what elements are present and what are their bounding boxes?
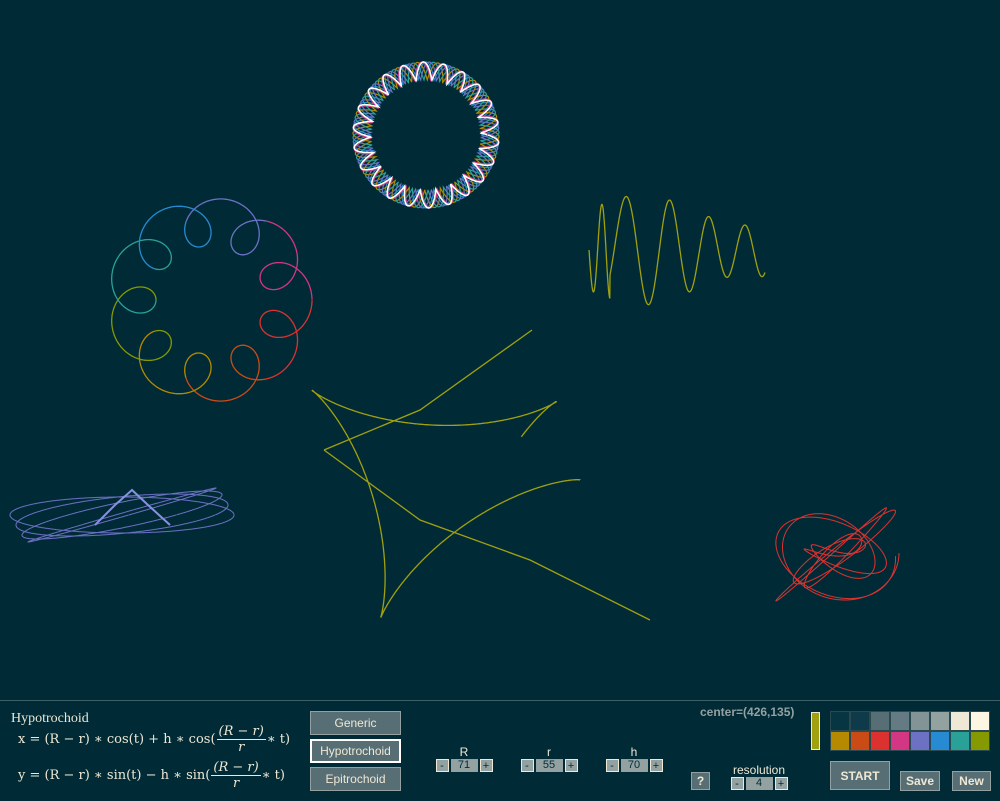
param-resolution-stepper: - 4 + xyxy=(729,777,789,790)
wave-squiggle-curve xyxy=(588,195,766,306)
color-swatch[interactable] xyxy=(970,731,990,751)
param-h-stepper: - 70 + xyxy=(604,759,664,772)
color-swatch[interactable] xyxy=(950,731,970,751)
curve-segment xyxy=(311,389,581,618)
formula-x: x = (R − r) ∗ cos(t) + h ∗ cos((R − r) r ∗… xyxy=(18,724,290,755)
generic-mode-button[interactable]: Generic xyxy=(310,711,401,735)
resolution-value: 4 xyxy=(745,777,773,790)
curve-segment xyxy=(259,300,313,380)
epitrochoid-mode-button[interactable]: Epitrochoid xyxy=(310,767,401,791)
color-swatch[interactable] xyxy=(830,711,850,731)
param-r: r - 55 + xyxy=(519,745,579,772)
formula-x-rhs: ∗ t) xyxy=(266,732,291,747)
red-coil-curve xyxy=(775,507,900,602)
color-swatch[interactable] xyxy=(950,711,970,731)
param-R-increment[interactable]: + xyxy=(479,759,493,772)
param-R-stepper: - 71 + xyxy=(434,759,494,772)
color-swatch[interactable] xyxy=(890,711,910,731)
param-resolution-label: resolution xyxy=(732,763,786,777)
save-button[interactable]: Save xyxy=(900,771,940,791)
help-button[interactable]: ? xyxy=(691,772,710,790)
formula-y-rhs: ∗ t) xyxy=(261,768,285,783)
param-R-decrement[interactable]: - xyxy=(435,759,449,772)
color-swatch[interactable] xyxy=(910,731,930,751)
param-resolution: resolution - 4 + xyxy=(729,763,789,790)
color-swatch[interactable] xyxy=(850,711,870,731)
curve-segment xyxy=(138,205,212,270)
flattened-ellipse-curve xyxy=(9,487,235,543)
color-swatch[interactable] xyxy=(870,711,890,731)
formula-y: y = (R − r) ∗ sin(t) − h ∗ sin((R − r) r ∗… xyxy=(18,760,285,791)
center-readout: center=(426,135) xyxy=(700,705,795,719)
curve-segment xyxy=(138,330,212,395)
color-swatch[interactable] xyxy=(930,711,950,731)
formula-y-lhs: y = (R − r) ∗ sin(t) − h ∗ sin( xyxy=(18,768,211,783)
hypotrochoid-mode-button[interactable]: Hypotrochoid xyxy=(310,739,401,763)
color-swatch[interactable] xyxy=(970,711,990,731)
color-swatch[interactable] xyxy=(830,731,850,751)
param-h-increment[interactable]: + xyxy=(649,759,663,772)
formula-y-fraction: (R − r) r xyxy=(211,760,261,791)
curve-segment xyxy=(323,449,651,621)
formula-x-lhs: x = (R − r) ∗ cos(t) + h ∗ cos( xyxy=(18,732,216,747)
control-panel: Hypotrochoid x = (R − r) ∗ cos(t) + h ∗ … xyxy=(0,700,1000,801)
resolution-decrement[interactable]: - xyxy=(730,777,744,790)
param-r-decrement[interactable]: - xyxy=(520,759,534,772)
color-swatch[interactable] xyxy=(910,711,930,731)
formula-y-numerator: (R − r) xyxy=(211,760,261,776)
resolution-increment[interactable]: + xyxy=(774,777,788,790)
curve-segment xyxy=(323,329,533,451)
curve-segment xyxy=(111,238,172,314)
param-h-decrement[interactable]: - xyxy=(605,759,619,772)
color-swatch[interactable] xyxy=(850,731,870,751)
param-r-value: 55 xyxy=(535,759,563,772)
param-R: R - 71 + xyxy=(434,745,494,772)
rosette-curve-top xyxy=(352,61,500,209)
curve-segment xyxy=(259,220,313,300)
color-palette xyxy=(830,711,990,751)
param-R-label: R xyxy=(459,745,469,759)
param-h-label: h xyxy=(630,745,638,759)
param-h-value: 70 xyxy=(620,759,648,772)
current-color-indicator xyxy=(811,712,820,750)
color-swatch[interactable] xyxy=(890,731,910,751)
curve-segment xyxy=(588,195,766,306)
curve-segment xyxy=(15,493,229,537)
color-swatch[interactable] xyxy=(930,731,950,751)
new-button[interactable]: New xyxy=(952,771,991,791)
formula-y-denominator: r xyxy=(232,776,240,791)
formula-x-fraction: (R − r) r xyxy=(216,724,266,755)
looped-rosette-curve-left xyxy=(111,198,313,402)
drawing-canvas[interactable] xyxy=(0,0,1000,700)
formula-x-numerator: (R − r) xyxy=(216,724,266,740)
param-r-stepper: - 55 + xyxy=(519,759,579,772)
param-h: h - 70 + xyxy=(604,745,664,772)
param-r-increment[interactable]: + xyxy=(564,759,578,772)
curve-segment xyxy=(111,286,172,362)
start-button[interactable]: START xyxy=(830,761,890,790)
param-r-label: r xyxy=(547,745,551,759)
formula-x-denominator: r xyxy=(238,740,245,755)
color-swatch[interactable] xyxy=(870,731,890,751)
large-loop-curve xyxy=(311,329,651,621)
param-R-value: 71 xyxy=(450,759,478,772)
curve-segment xyxy=(775,507,900,602)
